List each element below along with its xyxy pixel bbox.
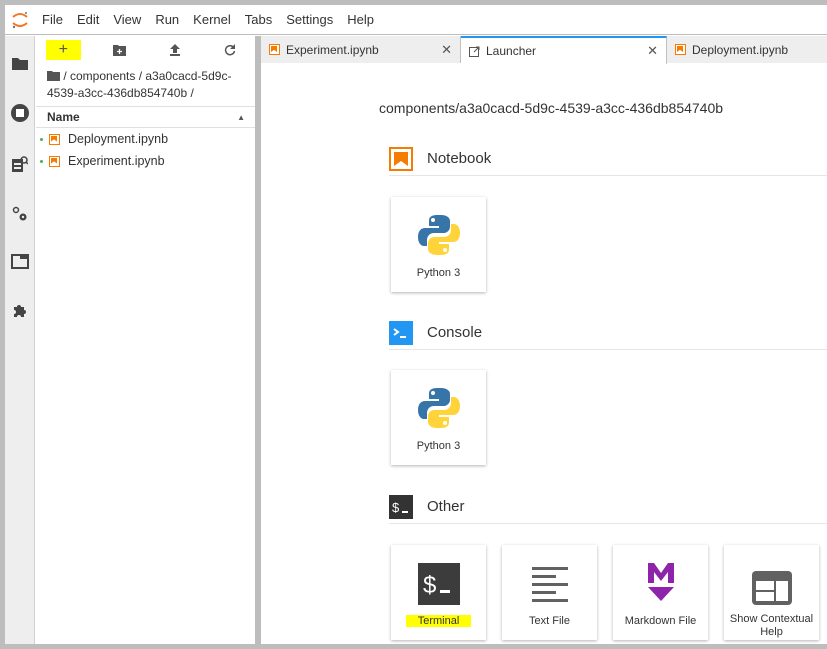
menu-help[interactable]: Help: [340, 5, 381, 35]
breadcrumb: / components / a3a0cacd-5d9c-4539-a3cc-4…: [36, 64, 255, 102]
tab-experiment[interactable]: Experiment.ipynb ✕: [261, 36, 461, 63]
tabs-icon[interactable]: [5, 246, 35, 276]
card-label: Show Contextual Help: [729, 613, 814, 638]
breadcrumb-path[interactable]: / components / a3a0cacd-5d9c-4539-a3cc-4…: [47, 69, 231, 100]
contextual-help-icon: [751, 551, 792, 605]
refresh-icon: [224, 44, 235, 56]
section-title: Notebook: [427, 150, 492, 167]
jupyter-logo-icon: [5, 5, 35, 35]
close-icon[interactable]: ✕: [441, 42, 452, 58]
python-icon: [417, 376, 461, 430]
new-folder-button[interactable]: [95, 40, 146, 60]
notebook-section: Notebook: [389, 142, 827, 176]
notebook-icon: [269, 44, 280, 55]
file-browser-toolbar: +: [36, 36, 255, 64]
menu-run[interactable]: Run: [148, 5, 186, 35]
file-name: Deployment.ipynb: [68, 132, 169, 146]
notebook-icon: [675, 44, 686, 55]
plus-icon: +: [58, 41, 68, 58]
launcher-icon: [469, 46, 480, 57]
folder-icon[interactable]: [47, 71, 60, 81]
menu-tabs[interactable]: Tabs: [238, 5, 279, 35]
jupyterlab-window: File Edit View Run Kernel Tabs Settings …: [5, 5, 827, 644]
refresh-button[interactable]: [204, 40, 255, 60]
svg-text:$: $: [392, 500, 400, 515]
card-label: Text File: [529, 615, 570, 627]
notebook-icon: [49, 155, 60, 167]
property-inspector-icon[interactable]: [5, 149, 35, 179]
text-file-card[interactable]: Text File: [502, 545, 597, 640]
console-python3-card[interactable]: Python 3: [391, 370, 486, 465]
text-file-icon: [531, 551, 568, 605]
markdown-icon: [646, 551, 676, 605]
card-label: Terminal: [404, 615, 474, 628]
tab-deployment[interactable]: Deployment.ipynb: [667, 36, 827, 63]
extension-icon[interactable]: [5, 296, 35, 326]
python-icon: [417, 203, 461, 257]
notebook-icon: [389, 146, 413, 171]
card-label: Python 3: [416, 440, 461, 452]
git-settings-icon[interactable]: [5, 199, 35, 229]
file-list-header[interactable]: Name ▲: [36, 106, 255, 128]
file-item[interactable]: Deployment.ipynb: [36, 128, 255, 150]
terminal-card[interactable]: $ Terminal: [391, 545, 486, 640]
folder-icon[interactable]: [5, 48, 35, 78]
launcher-cwd: components/a3a0cacd-5d9c-4539-a3cc-436db…: [379, 100, 724, 116]
running-indicator-icon: [40, 159, 43, 163]
svg-text:$: $: [423, 572, 436, 599]
tab-launcher[interactable]: Launcher ✕: [461, 36, 667, 64]
other-section: $ Other: [389, 490, 827, 524]
terminal-icon: $: [417, 551, 460, 605]
menu-file[interactable]: File: [35, 5, 70, 35]
menu-kernel[interactable]: Kernel: [186, 5, 238, 35]
upload-icon: [169, 44, 180, 56]
notebook-python3-card[interactable]: Python 3: [391, 197, 486, 292]
section-title: Other: [427, 498, 465, 515]
file-browser-panel: + / components / a3a0cacd-5d9c-4539-a3cc…: [36, 36, 255, 644]
running-sessions-icon[interactable]: [5, 98, 35, 128]
close-icon[interactable]: ✕: [647, 43, 658, 59]
terminal-icon: $: [389, 494, 413, 519]
menu-edit[interactable]: Edit: [70, 5, 106, 35]
console-icon: [389, 320, 413, 345]
menu-bar: File Edit View Run Kernel Tabs Settings …: [5, 5, 827, 35]
menu-settings[interactable]: Settings: [279, 5, 340, 35]
name-column-header[interactable]: Name: [47, 110, 80, 124]
notebook-icon: [49, 133, 60, 145]
file-item[interactable]: Experiment.ipynb: [36, 150, 255, 172]
tab-bar: Experiment.ipynb ✕ Launcher ✕ Deployment…: [261, 36, 827, 64]
file-name: Experiment.ipynb: [68, 154, 165, 168]
sort-ascending-icon: ▲: [237, 112, 245, 122]
running-indicator-icon: [40, 137, 43, 141]
card-label: Markdown File: [624, 615, 697, 627]
new-folder-icon: [113, 44, 127, 56]
launcher-panel: components/a3a0cacd-5d9c-4539-a3cc-436db…: [261, 64, 827, 644]
console-section: Console: [389, 316, 827, 350]
main-dock-area: Experiment.ipynb ✕ Launcher ✕ Deployment…: [261, 36, 827, 644]
new-launcher-button[interactable]: +: [46, 40, 81, 60]
upload-button[interactable]: [149, 40, 200, 60]
menu-view[interactable]: View: [106, 5, 148, 35]
section-title: Console: [427, 324, 483, 341]
left-activity-bar: [5, 36, 35, 644]
markdown-file-card[interactable]: Markdown File: [613, 545, 708, 640]
card-label: Python 3: [416, 267, 461, 279]
contextual-help-card[interactable]: Show Contextual Help: [724, 545, 819, 640]
